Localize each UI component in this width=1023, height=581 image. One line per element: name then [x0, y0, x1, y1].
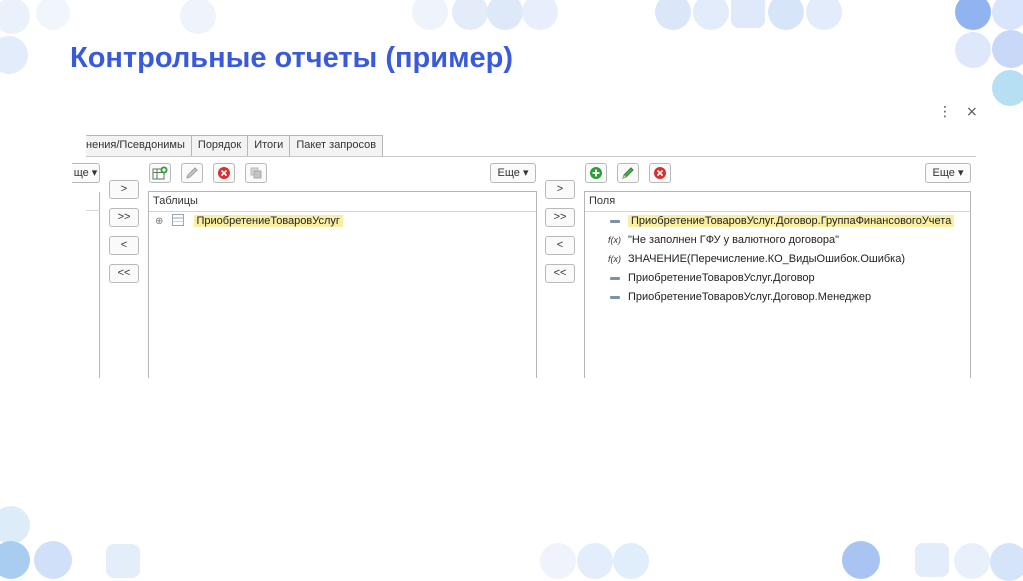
pencil-icon — [186, 167, 198, 179]
decor-circle — [992, 70, 1023, 106]
field-move-left-button[interactable]: < — [545, 236, 575, 255]
table-name: ПриобретениеТоваровУслуг — [193, 215, 343, 227]
tables-more-button[interactable]: Еще ▾ — [490, 163, 536, 183]
decor-circle — [842, 541, 880, 579]
decor-square — [915, 543, 949, 577]
fields-more-button[interactable]: Еще ▾ — [925, 163, 971, 183]
tab-totals[interactable]: Итоги — [247, 135, 291, 156]
decor-circle — [955, 0, 991, 30]
table-icon — [172, 214, 185, 226]
field-label: ПриобретениеТоваровУслуг.Договор — [628, 272, 815, 284]
decor-circle — [655, 0, 691, 30]
decor-circle — [180, 0, 216, 34]
field-row[interactable]: ПриобретениеТоваровУслуг.Договор.ГруппаФ… — [610, 213, 955, 230]
move-right-button[interactable]: > — [109, 180, 139, 199]
field-icon — [610, 295, 620, 299]
decor-circle — [990, 543, 1023, 581]
more-menu-icon[interactable]: ⋮ — [938, 104, 952, 120]
decor-circle — [412, 0, 448, 30]
fields-header: Поля — [585, 192, 970, 212]
left-more-button[interactable]: ще ▾ — [72, 163, 100, 183]
add-table-button[interactable] — [149, 163, 171, 183]
field-row[interactable]: ПриобретениеТоваровУслуг.Договор.Менедже… — [610, 289, 871, 306]
decor-circle — [522, 0, 558, 30]
field-icon — [610, 276, 620, 280]
delete-table-button[interactable] — [213, 163, 235, 183]
move-all-left-button[interactable]: << — [109, 264, 139, 283]
decor-circle — [955, 32, 991, 68]
field-label: ЗНАЧЕНИЕ(Перечисление.КО_ВидыОшибок.Ошиб… — [628, 253, 906, 265]
decor-circle — [0, 0, 30, 34]
tables-header: Таблицы — [149, 192, 536, 212]
decor-circle — [0, 506, 30, 544]
tab-bar: нения/Псевдонимы Порядок Итоги Пакет зап… — [86, 135, 384, 156]
add-field-button[interactable] — [585, 163, 607, 183]
decor-circle — [34, 541, 72, 579]
decor-circle — [0, 541, 30, 579]
decor-circle — [693, 0, 729, 30]
decor-square — [731, 0, 765, 28]
decor-circle — [452, 0, 488, 30]
decor-circle — [768, 0, 804, 30]
move-all-right-button[interactable]: >> — [109, 208, 139, 227]
field-move-right-button[interactable]: > — [545, 180, 575, 199]
field-move-all-right-button[interactable]: >> — [545, 208, 575, 227]
function-icon: f(x) — [608, 254, 621, 264]
decor-circle — [992, 30, 1023, 68]
tables-item[interactable]: ⊕ ПриобретениеТоваровУслуг — [155, 213, 343, 230]
left-more-label: ще — [73, 167, 89, 179]
edit-field-button[interactable] — [617, 163, 639, 183]
field-row[interactable]: ПриобретениеТоваровУслуг.Договор — [610, 270, 815, 287]
function-icon: f(x) — [608, 235, 621, 245]
field-label: ПриобретениеТоваровУслуг.Договор.ГруппаФ… — [628, 215, 955, 227]
delete-icon — [654, 167, 666, 179]
decor-square — [106, 544, 140, 578]
pencil-icon — [622, 167, 634, 179]
fields-more-label: Еще — [932, 167, 955, 179]
copy-icon — [250, 167, 262, 179]
close-icon[interactable]: × — [966, 104, 978, 120]
decor-circle — [992, 0, 1023, 30]
field-row[interactable]: f(x) ЗНАЧЕНИЕ(Перечисление.КО_ВидыОшибок.… — [608, 251, 905, 268]
decor-circle — [0, 36, 28, 74]
field-row[interactable]: f(x) "Не заполнен ГФУ у валютного договор… — [608, 232, 839, 249]
tab-aliases[interactable]: нения/Псевдонимы — [86, 135, 192, 156]
field-label: "Не заполнен ГФУ у валютного договора" — [628, 234, 840, 246]
tables-more-label: Еще — [497, 167, 520, 179]
field-move-all-left-button[interactable]: << — [545, 264, 575, 283]
tab-order[interactable]: Порядок — [190, 135, 249, 156]
move-left-button[interactable]: < — [109, 236, 139, 255]
slide-title: Контрольные отчеты (пример) — [70, 42, 514, 74]
decor-circle — [806, 0, 842, 30]
delete-field-button[interactable] — [649, 163, 671, 183]
tab-divider — [86, 156, 976, 157]
left-panel-edge — [99, 192, 100, 378]
field-icon — [610, 219, 620, 223]
copy-table-button[interactable] — [245, 163, 267, 183]
delete-icon — [218, 167, 230, 179]
field-label: ПриобретениеТоваровУслуг.Договор.Менедже… — [628, 291, 872, 303]
add-icon — [590, 167, 602, 179]
decor-circle — [36, 0, 70, 30]
left-panel-header-line — [86, 210, 100, 211]
edit-table-button[interactable] — [181, 163, 203, 183]
decor-circle — [487, 0, 523, 30]
expand-icon[interactable]: ⊕ — [155, 216, 163, 227]
add-table-icon — [152, 166, 168, 180]
tab-query-batch[interactable]: Пакет запросов — [289, 135, 384, 156]
